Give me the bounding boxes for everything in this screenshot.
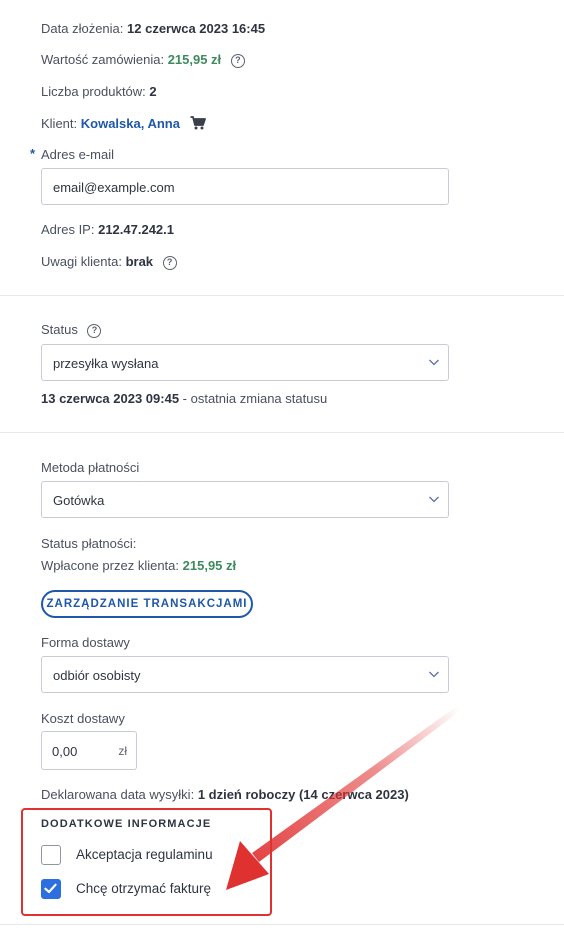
red-arrow-annotation bbox=[226, 706, 460, 890]
